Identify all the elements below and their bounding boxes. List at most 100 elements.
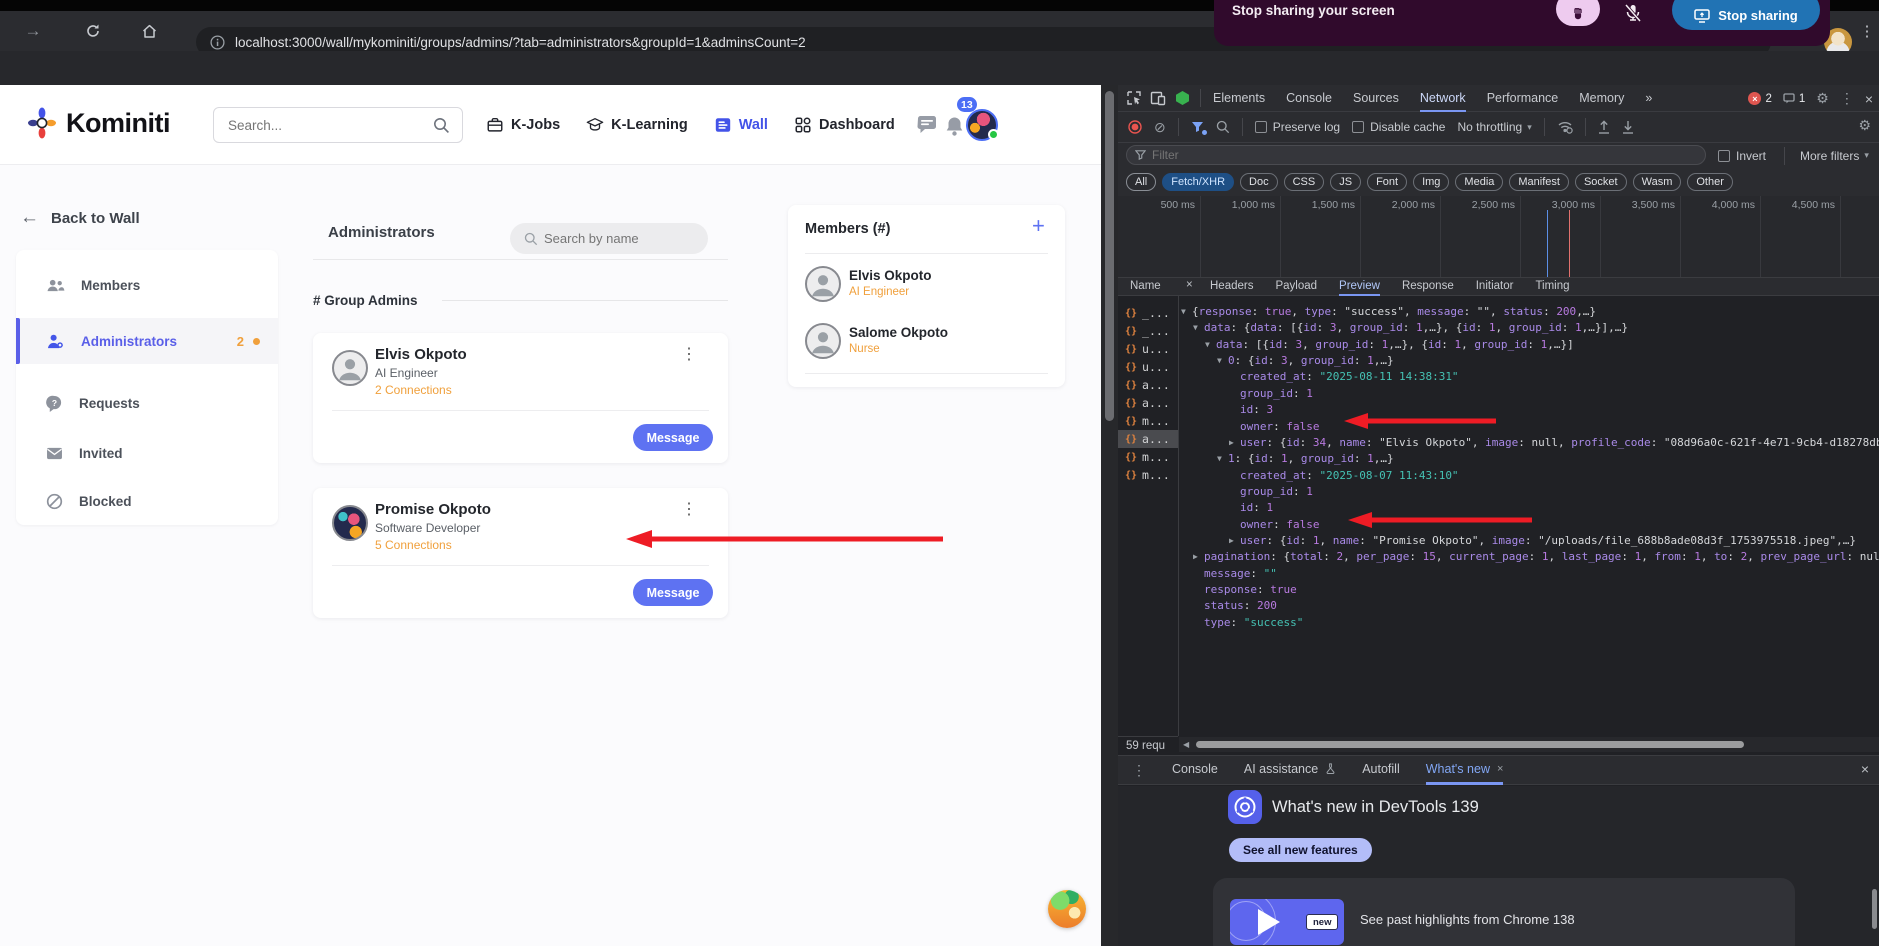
record-network-icon[interactable] [1128, 120, 1142, 134]
close-detail-icon[interactable]: × [1186, 279, 1193, 291]
drawer-tab-console[interactable]: Console [1172, 755, 1218, 785]
admin-search-box[interactable] [510, 223, 708, 254]
sidebar-item-members[interactable]: Members [16, 262, 278, 308]
more-tabs-chevron-icon[interactable]: » [1645, 85, 1652, 112]
beach-widget-icon[interactable] [1048, 890, 1086, 928]
devtools-tab-memory[interactable]: Memory [1579, 85, 1624, 112]
home-button[interactable] [134, 11, 164, 51]
filter-chip-font[interactable]: Font [1367, 173, 1408, 191]
page-scrollbar[interactable] [1101, 85, 1118, 946]
devtools-settings-icon[interactable]: ⚙ [1816, 90, 1829, 107]
collapse-arrow-icon[interactable]: ▼ [1217, 451, 1228, 466]
throttling-dropdown[interactable]: No throttling ▾ [1457, 120, 1531, 134]
devtools-tab-sources[interactable]: Sources [1353, 85, 1399, 112]
sidebar-item-requests[interactable]: ? Requests [16, 380, 278, 426]
import-har-icon[interactable] [1598, 120, 1610, 134]
highlights-card[interactable]: new See past highlights from Chrome 138 [1213, 878, 1795, 946]
extension-hexagon-icon[interactable] [1170, 86, 1194, 110]
request-row[interactable]: {} m... [1118, 448, 1178, 466]
close-tab-icon[interactable]: × [1497, 763, 1503, 775]
inspect-element-icon[interactable] [1122, 86, 1146, 110]
filter-chip-media[interactable]: Media [1455, 173, 1504, 191]
request-row[interactable]: {} a... [1118, 376, 1178, 394]
nav-item-k-learning[interactable]: K-Learning [586, 116, 688, 134]
detail-tab-initiator[interactable]: Initiator [1476, 278, 1514, 296]
filter-chip-fetchxhr[interactable]: Fetch/XHR [1162, 173, 1235, 191]
network-settings-icon[interactable]: ⚙ [1858, 117, 1871, 134]
drawer-tab-ai-assistance[interactable]: AI assistance [1244, 755, 1336, 785]
collapse-arrow-icon[interactable]: ▼ [1193, 320, 1204, 335]
filter-chip-manifest[interactable]: Manifest [1509, 173, 1569, 191]
search-icon[interactable] [433, 117, 450, 134]
see-all-features-button[interactable]: See all new features [1229, 838, 1372, 862]
back-to-wall[interactable]: ← Back to Wall [20, 207, 140, 229]
member-row[interactable]: Salome Okpoto Nurse [805, 323, 1048, 367]
admin-search-input[interactable] [544, 231, 684, 246]
issues-badge[interactable]: 1 [1783, 93, 1805, 105]
filter-chip-img[interactable]: Img [1413, 173, 1450, 191]
mic-off-icon[interactable] [1622, 2, 1644, 24]
drawer-close-icon[interactable]: × [1861, 761, 1869, 777]
app-search-box[interactable] [213, 107, 463, 143]
drawer-tab-what-s-new[interactable]: What's new × [1425, 755, 1504, 785]
export-har-icon[interactable] [1622, 120, 1634, 134]
collapse-arrow-icon[interactable]: ▼ [1205, 337, 1216, 352]
reload-button[interactable] [78, 11, 108, 51]
nav-item-k-jobs[interactable]: K-Jobs [486, 116, 560, 134]
filter-chip-other[interactable]: Other [1687, 173, 1733, 191]
message-button[interactable]: Message [633, 579, 713, 606]
filter-chip-doc[interactable]: Doc [1240, 173, 1278, 191]
filter-chip-socket[interactable]: Socket [1574, 173, 1627, 191]
drawer-scrollbar-thumb[interactable] [1872, 889, 1877, 929]
member-row[interactable]: Elvis Okpoto AI Engineer [805, 266, 1048, 310]
filter-chip-wasm[interactable]: Wasm [1632, 173, 1682, 191]
network-overview-timeline[interactable]: 500 ms 1,000 ms 1,500 ms 2,000 ms 2,500 ms 3,… [1118, 196, 1879, 278]
request-row[interactable]: {} u... [1118, 358, 1178, 376]
expand-arrow-icon[interactable]: ▶ [1193, 549, 1204, 564]
stop-sharing-button[interactable]: Stop sharing [1672, 0, 1820, 30]
messages-icon[interactable] [916, 115, 938, 135]
scroll-left-arrow-icon[interactable]: ◀ [1183, 740, 1189, 749]
message-button[interactable]: Message [633, 424, 713, 451]
detail-tab-payload[interactable]: Payload [1275, 278, 1317, 296]
filter-funnel-icon[interactable] [1191, 121, 1207, 135]
expand-arrow-icon[interactable]: ▶ [1229, 435, 1240, 450]
preserve-log-checkbox[interactable]: Preserve log [1254, 120, 1340, 134]
request-row[interactable]: {} a... [1118, 394, 1178, 412]
devtools-menu-icon[interactable]: ⋮ [1840, 90, 1854, 107]
devtools-tab-console[interactable]: Console [1286, 85, 1332, 112]
add-member-button[interactable]: + [1032, 213, 1045, 239]
page-scrollbar-thumb[interactable] [1105, 91, 1114, 421]
detail-tab-response[interactable]: Response [1402, 278, 1454, 296]
kominiti-logo[interactable]: Kominiti [26, 105, 171, 141]
request-row[interactable]: {} a... [1118, 430, 1178, 448]
sidebar-item-blocked[interactable]: Blocked [16, 478, 278, 524]
raise-hand-button[interactable] [1556, 0, 1600, 26]
browser-menu-icon[interactable]: ⋮ [1852, 11, 1879, 51]
forward-button[interactable]: → [18, 11, 48, 51]
request-row[interactable]: {} _... [1118, 322, 1178, 340]
collapse-arrow-icon[interactable]: ▼ [1181, 304, 1192, 319]
network-filter-input[interactable] [1152, 148, 1652, 162]
request-row[interactable]: {} u... [1118, 340, 1178, 358]
devtools-tab-performance[interactable]: Performance [1487, 85, 1559, 112]
site-info-icon[interactable] [210, 34, 225, 50]
devtools-tab-network[interactable]: Network [1419, 85, 1466, 112]
disable-cache-checkbox[interactable]: Disable cache [1352, 120, 1445, 134]
sidebar-item-administrators[interactable]: Administrators 2 [16, 318, 278, 364]
more-filters-dropdown[interactable]: More filters ▾ [1800, 149, 1869, 163]
filter-chip-all[interactable]: All [1126, 173, 1157, 191]
devtools-tab-elements[interactable]: Elements [1213, 85, 1265, 112]
card-menu-icon[interactable]: ⋮ [681, 347, 697, 363]
nav-item-dashboard[interactable]: Dashboard [794, 116, 895, 134]
filter-chip-js[interactable]: JS [1330, 173, 1362, 191]
name-column-header[interactable]: Name [1130, 280, 1161, 292]
drawer-menu-icon[interactable]: ⋮ [1132, 762, 1146, 779]
request-row[interactable]: {} m... [1118, 412, 1178, 430]
detail-tab-headers[interactable]: Headers [1210, 278, 1253, 296]
app-search-input[interactable] [228, 117, 433, 133]
request-row[interactable]: {} m... [1118, 466, 1178, 484]
card-menu-icon[interactable]: ⋮ [681, 502, 697, 518]
expand-arrow-icon[interactable]: ▶ [1229, 533, 1240, 548]
request-row[interactable]: {} _... [1118, 304, 1178, 322]
